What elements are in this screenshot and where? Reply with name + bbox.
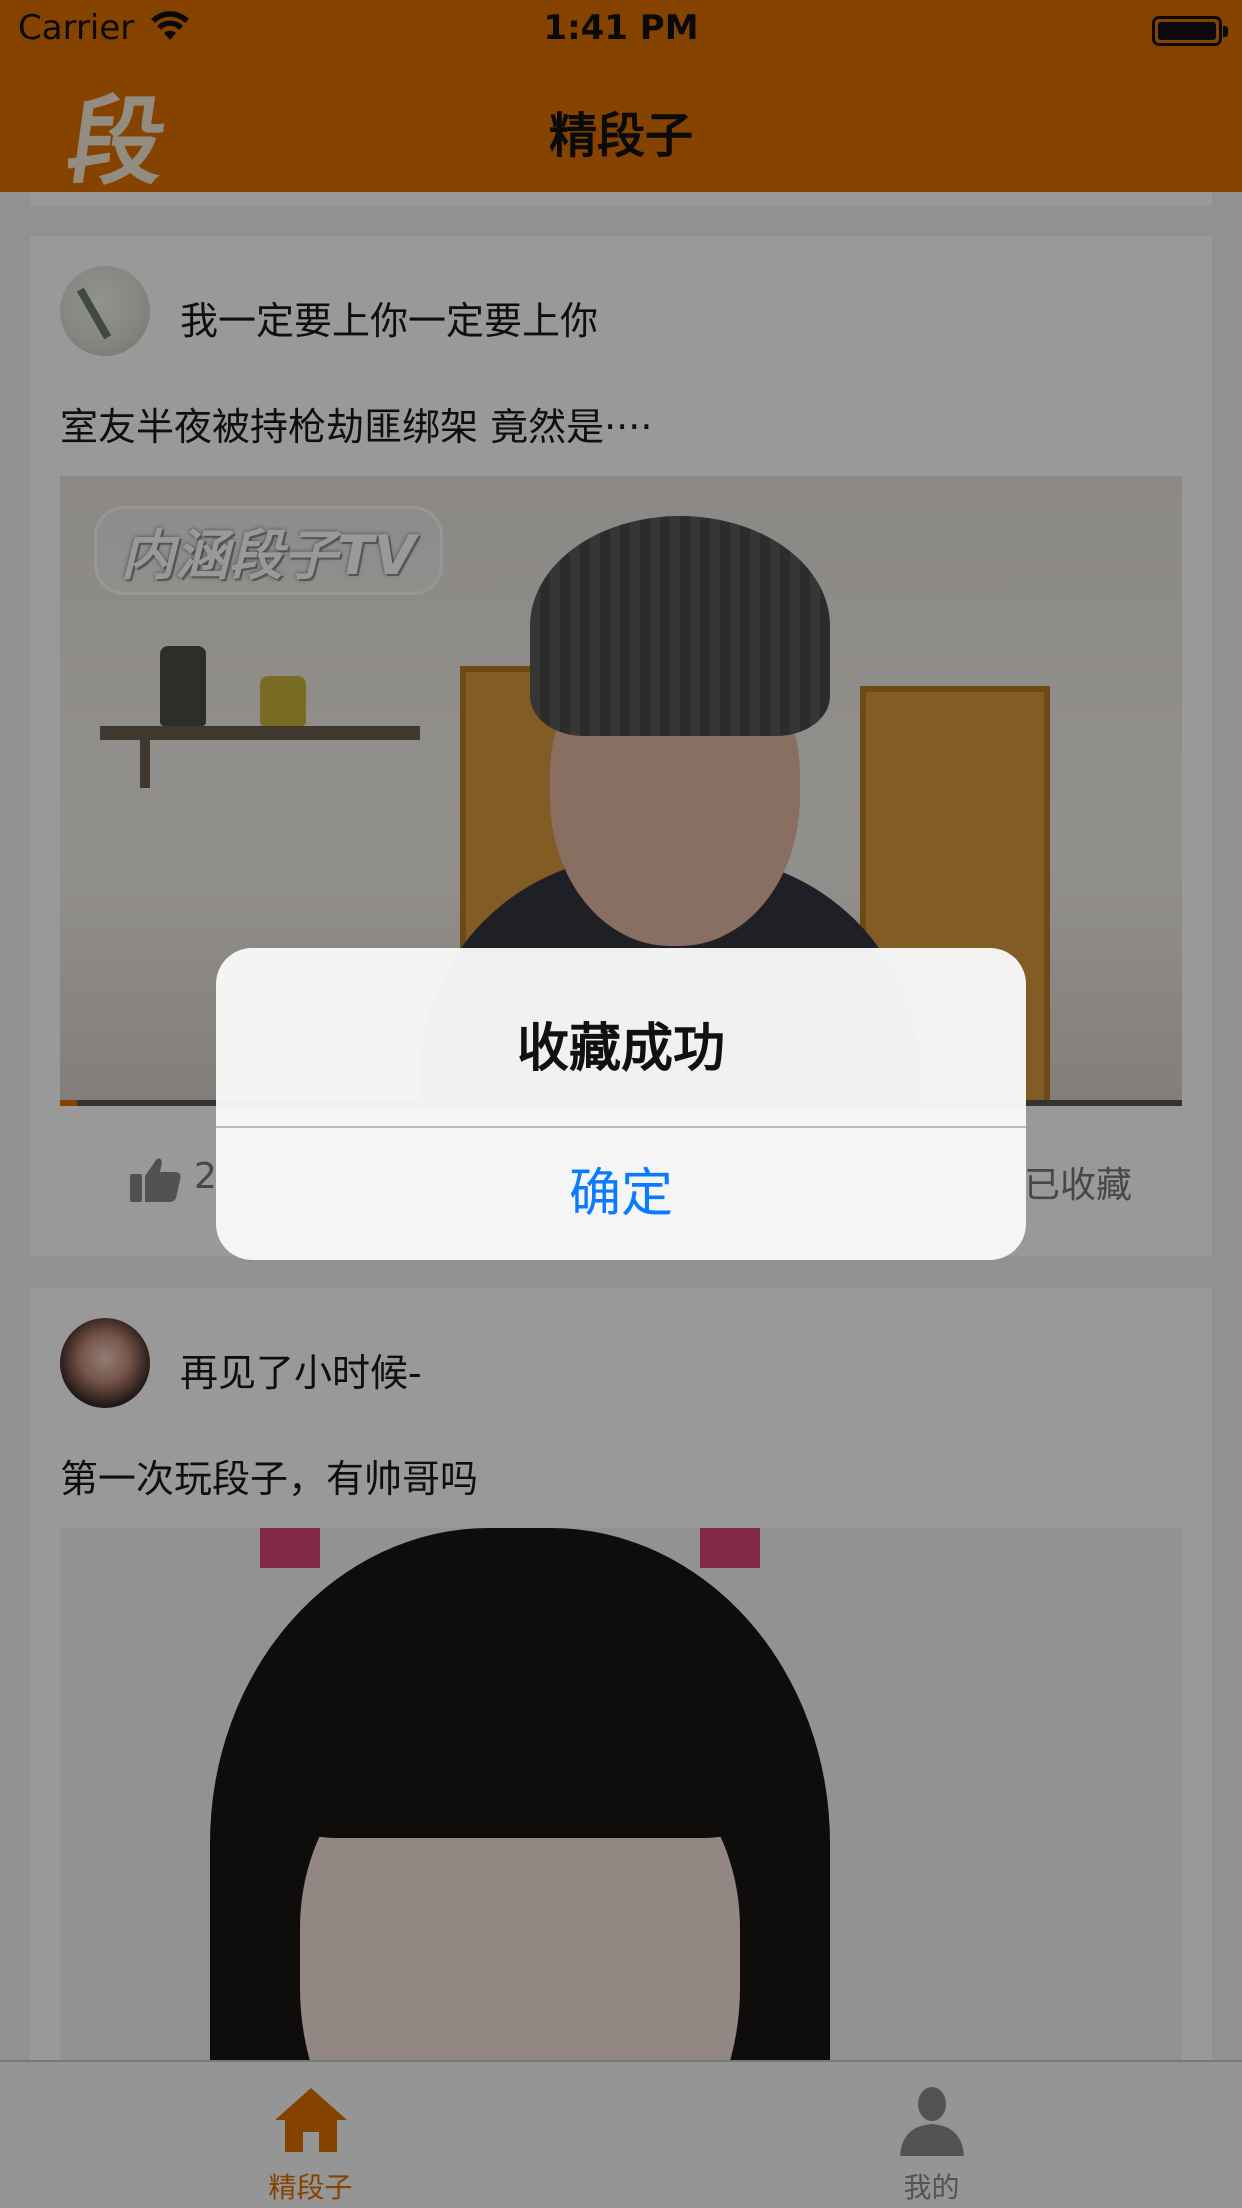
- alert-title: 收藏成功: [516, 1019, 725, 1079]
- alert-dialog: 收藏成功 确定: [216, 948, 1026, 1260]
- app-screen: Carrier 1:41 PM 段 精段子 我一定要上你一定要上你 室友半夜被持…: [0, 0, 1242, 2208]
- confirm-button[interactable]: 确定: [216, 1128, 1026, 1260]
